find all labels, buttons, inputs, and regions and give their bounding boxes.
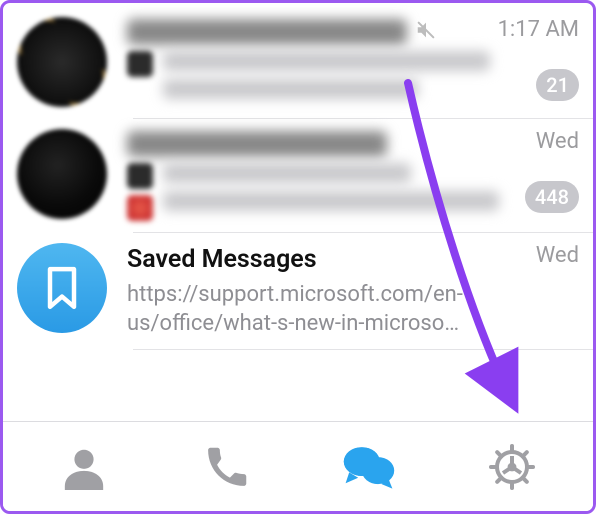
preview-line-blurred [163, 163, 411, 183]
chat-title-blurred [127, 131, 387, 157]
chats-icon [342, 443, 396, 491]
avatar [17, 129, 107, 219]
chat-row-saved-messages[interactable]: Saved Messages https://support.microsoft… [3, 233, 593, 350]
preview-thumb [127, 163, 153, 189]
chat-row[interactable]: Wed 448 [3, 119, 593, 233]
avatar [17, 17, 107, 107]
preview-line-blurred [163, 79, 418, 99]
tab-contacts[interactable] [54, 437, 114, 497]
chat-preview: https://support.microsoft.com/en-us/offi… [127, 280, 528, 338]
chat-title: Saved Messages [127, 245, 317, 274]
tab-bar [3, 421, 593, 511]
unread-badge: 448 [525, 181, 579, 213]
chat-title-blurred [127, 19, 407, 45]
chat-body [127, 129, 517, 221]
chat-body: Saved Messages https://support.microsoft… [127, 243, 528, 338]
tab-calls[interactable] [197, 437, 257, 497]
chat-time: 1:17 AM [498, 17, 579, 42]
bookmark-icon [41, 264, 83, 312]
chat-body [127, 17, 490, 101]
tab-settings[interactable] [482, 437, 542, 497]
app-frame: 1:17 AM 21 [0, 0, 596, 514]
tab-chats[interactable] [339, 437, 399, 497]
phone-icon [205, 445, 249, 489]
preview-thumb [127, 51, 153, 77]
preview-line-blurred [163, 191, 499, 211]
chat-time: Wed [536, 243, 579, 268]
unread-badge: 21 [536, 69, 579, 101]
preview-thumb [127, 195, 153, 221]
preview-line-blurred [163, 51, 490, 71]
avatar-saved-messages [17, 243, 107, 333]
chat-list: 1:17 AM 21 [3, 3, 593, 350]
chat-row[interactable]: 1:17 AM 21 [3, 7, 593, 119]
chat-time: Wed [536, 129, 579, 154]
mute-icon [415, 19, 437, 45]
person-icon [61, 444, 107, 490]
gear-icon [488, 443, 536, 491]
